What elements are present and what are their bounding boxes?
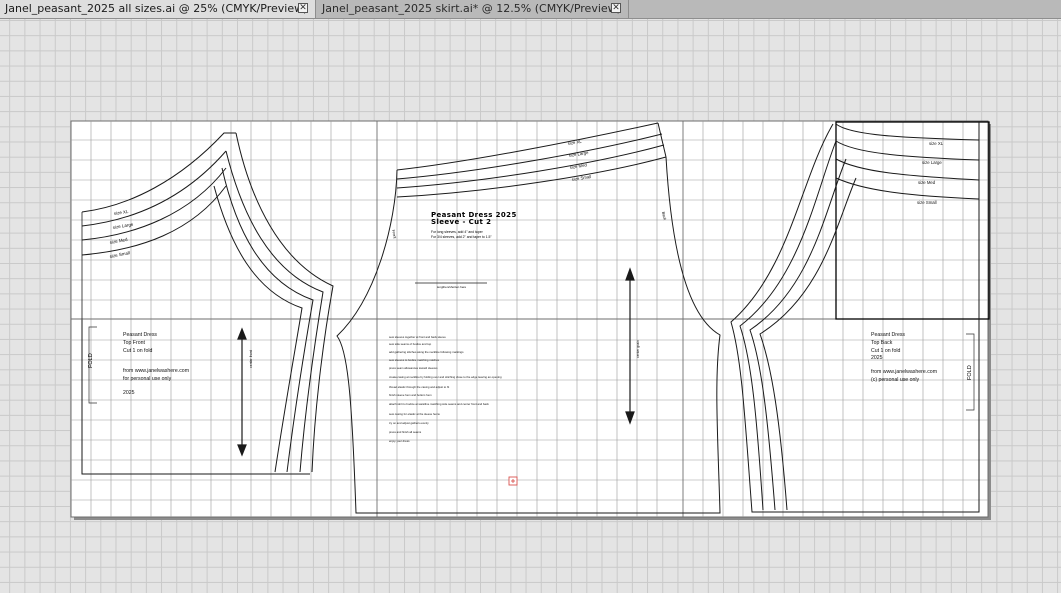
document-tab-all-sizes[interactable]: Janel_peasant_2025 all sizes.ai @ 25% (C… xyxy=(0,0,316,18)
front-label-line: Cut 1 on fold xyxy=(123,348,153,354)
front-label-line: for personal use only xyxy=(123,376,172,382)
front-fold-label: FOLD xyxy=(88,353,94,368)
tab-label: Janel_peasant_2025 all sizes.ai @ 25% (C… xyxy=(5,2,308,15)
center-point-icon[interactable] xyxy=(508,476,518,486)
instruction-line: press and finish all seams xyxy=(389,430,422,434)
document-tab-bar: Janel_peasant_2025 all sizes.ai @ 25% (C… xyxy=(0,0,1061,19)
instruction-line: finish sleeve hem and bottom hem xyxy=(389,393,432,397)
instruction-line: try on and adjust gathers evenly xyxy=(389,421,429,425)
sleeve-subtitle: Sleeve - Cut 2 xyxy=(431,218,491,226)
size-label: size Med xyxy=(918,180,936,185)
instruction-line: thread elastic through the casing and ad… xyxy=(389,385,449,389)
instruction-line: sew sleeves to bodice matching notches xyxy=(389,358,440,362)
close-icon[interactable]: ✕ xyxy=(298,3,308,13)
artwork: FOLD center front size XL size Large siz… xyxy=(70,120,991,520)
back-label-line: from www.janelwashere.com xyxy=(871,369,937,375)
sleeve-note: For long sleeves, add 4" and taper xyxy=(431,230,484,234)
instruction-line: add gathering stitches along the necklin… xyxy=(389,350,464,354)
artboard-canvas[interactable]: FOLD center front size XL size Large siz… xyxy=(0,19,1061,593)
size-label: size Small xyxy=(917,200,937,205)
back-label-line: Top Back xyxy=(871,340,893,346)
size-label: size XL xyxy=(929,141,944,146)
back-label-line: Peasant Dress xyxy=(871,332,905,338)
instruction-line: sew casing for elastic at the sleeve hem… xyxy=(389,412,440,416)
front-label-line: Top Front xyxy=(123,340,145,346)
front-label-line: 2025 xyxy=(123,390,135,396)
instruction-line: attach skirt to bodice at waistline matc… xyxy=(389,402,489,406)
document-tab-skirt[interactable]: Janel_peasant_2025 skirt.ai* @ 12.5% (CM… xyxy=(317,0,629,18)
tab-label: Janel_peasant_2025 skirt.ai* @ 12.5% (CM… xyxy=(322,2,621,15)
instruction-line: sew side seams of bodice and top xyxy=(389,342,432,346)
front-grain-label: center front xyxy=(249,350,253,368)
front-label-line: Peasant Dress xyxy=(123,332,157,338)
instruction-line: sew sleeves together at front and back s… xyxy=(389,335,446,339)
close-icon[interactable]: ✕ xyxy=(611,3,621,13)
back-label-line: Cut 1 on fold xyxy=(871,348,901,354)
instruction-line: enjoy your dress xyxy=(389,439,410,443)
back-label-line: 2025 xyxy=(871,355,883,361)
back-fold-label: FOLD xyxy=(967,365,973,380)
instruction-line: create casing at neckline by folding ove… xyxy=(389,375,502,379)
size-label: size Large xyxy=(922,160,942,165)
back-label-line: (c) personal use only xyxy=(871,377,920,383)
front-label-line: from www.janelwashere.com xyxy=(123,368,189,374)
sleeve-note: For 3/4 sleeves, add 2" and taper to 1.5… xyxy=(431,235,492,239)
sleeve-shorten-label: lengthen/shorten here xyxy=(437,285,467,289)
instruction-line: press seam allowances toward sleeves xyxy=(389,366,438,370)
sleeve-grain-label: center grain xyxy=(636,340,640,358)
